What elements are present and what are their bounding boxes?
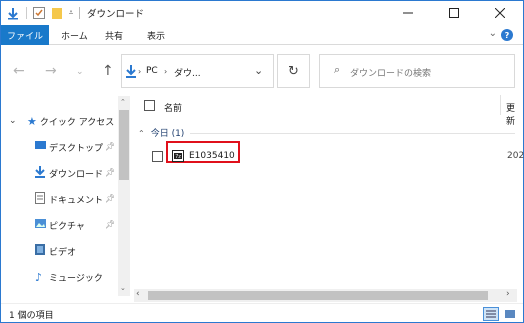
forward-button[interactable]: → (45, 63, 57, 79)
tab-file[interactable]: ファイル (1, 25, 49, 45)
nav-item-label: クイック アクセス (39, 117, 115, 128)
file-checkbox[interactable] (152, 151, 163, 162)
nav-item-label: ダウンロード (49, 169, 104, 180)
group-divider (190, 133, 515, 134)
back-button[interactable]: ← (13, 63, 25, 79)
search-box[interactable]: ⌕ ダウンロードの検索 (319, 54, 515, 88)
scroll-left-icon[interactable]: ‹ (136, 289, 140, 299)
select-all-checkbox[interactable] (144, 100, 155, 111)
ribbon-expand-icon[interactable]: ⌄ (489, 28, 497, 39)
collapse-chevron-icon[interactable]: ⌃ (138, 129, 145, 138)
nav-scrollbar[interactable]: ⌃ ⌄ (118, 96, 130, 296)
file-row[interactable]: 7z E1035410 202 (134, 141, 524, 169)
group-header-today[interactable]: ⌃ 今日 (1) (138, 126, 184, 139)
pin-icon[interactable]: 📌︎ (105, 220, 115, 229)
nav-item-label: ドキュメント (49, 195, 104, 206)
breadcrumb-pc[interactable]: PC (146, 66, 158, 76)
details-view-icon (486, 310, 496, 318)
new-folder-icon[interactable] (51, 1, 63, 25)
documents-icon (35, 191, 49, 207)
breadcrumb-chevron-icon: › (138, 67, 142, 76)
scroll-down-icon[interactable]: ⌄ (120, 284, 126, 292)
scroll-up-icon[interactable]: ⌃ (120, 98, 126, 106)
properties-icon[interactable] (32, 1, 46, 25)
download-icon (35, 165, 49, 181)
maximize-button[interactable] (431, 1, 477, 25)
nav-item-pictures[interactable]: ピクチャ (35, 216, 85, 234)
qa-dropdown-icon[interactable]: ⩡ (66, 1, 76, 25)
title-bar: ⩡ ダウンロード (1, 1, 523, 25)
nav-item-label: ピクチャ (49, 221, 85, 232)
zip-file-icon: 7z (172, 150, 184, 165)
tab-share[interactable]: 共有 (105, 25, 123, 45)
recent-locations-icon[interactable]: ⌄ (76, 67, 84, 77)
download-folder-icon (126, 65, 136, 81)
tab-home[interactable]: ホーム (61, 25, 88, 45)
address-dropdown-icon[interactable]: ⌄ (254, 64, 263, 77)
breadcrumb-chevron-icon: › (164, 67, 168, 76)
item-count: 1 個の項目 (9, 311, 54, 321)
search-icon: ⌕ (334, 63, 341, 76)
column-divider[interactable] (500, 95, 501, 115)
details-view-button[interactable] (483, 307, 499, 321)
scroll-right-icon[interactable]: › (506, 289, 510, 299)
content-scroll-area[interactable] (517, 93, 523, 289)
up-button[interactable]: ↑ (102, 63, 114, 79)
address-bar[interactable]: › PC › ダウ... ⌄ (121, 54, 274, 88)
nav-item-label: デスクトップ (49, 143, 104, 154)
title-separator (79, 7, 80, 19)
nav-item-downloads[interactable]: ダウンロード (35, 164, 103, 182)
breadcrumb-downloads[interactable]: ダウ... (174, 66, 201, 79)
svg-text:7z: 7z (175, 154, 181, 160)
status-bar: 1 個の項目 (1, 303, 523, 323)
ribbon-tabs: ファイル ホーム 共有 表示 ⌄ ? (1, 25, 523, 45)
desktop-icon (35, 141, 49, 153)
nav-item-label: ビデオ (49, 247, 77, 258)
videos-icon (35, 244, 49, 258)
large-icons-view-button[interactable] (502, 307, 518, 321)
help-icon[interactable]: ? (501, 29, 513, 41)
pin-icon[interactable]: 📌︎ (105, 168, 115, 177)
down-arrow-icon[interactable] (5, 1, 21, 25)
refresh-button[interactable]: ↻ (277, 54, 310, 88)
qa-separator (25, 1, 28, 25)
file-list: 名前 更新 ⌃ 今日 (1) 7z E1035410 202 (134, 93, 524, 303)
pin-icon[interactable]: 📌︎ (105, 142, 115, 151)
nav-item-music[interactable]: ♪ ミュージック (35, 268, 103, 286)
nav-quick-access[interactable]: ⌄ ★ クイック アクセス (9, 112, 114, 130)
pin-icon[interactable]: 📌︎ (105, 194, 115, 203)
nav-item-videos[interactable]: ビデオ (35, 242, 76, 260)
file-name[interactable]: E1035410 (189, 151, 235, 161)
nav-scroll-thumb[interactable] (119, 110, 129, 180)
search-placeholder: ダウンロードの検索 (350, 69, 432, 79)
nav-item-documents[interactable]: ドキュメント (35, 190, 103, 208)
nav-item-desktop[interactable]: デスクトップ (35, 138, 103, 156)
column-name[interactable]: 名前 (164, 101, 182, 114)
tab-view[interactable]: 表示 (147, 25, 165, 45)
star-icon: ★ (27, 114, 37, 128)
navigation-pane: ⌄ ★ クイック アクセス デスクトップ 📌︎ ダウンロード 📌︎ ドキュメント… (1, 96, 131, 296)
expand-chevron-icon[interactable]: ⌄ (9, 116, 27, 126)
explorer-window: ⩡ ダウンロード ファイル ホーム 共有 表示 ⌄ ? ← → ⌄ ↑ › PC… (0, 0, 524, 323)
large-icons-view-icon (505, 310, 515, 318)
nav-item-label: ミュージック (49, 273, 103, 284)
window-title: ダウンロード (87, 9, 145, 20)
horizontal-scrollbar[interactable]: ‹ › (134, 289, 517, 302)
pictures-icon (35, 219, 49, 231)
group-label: 今日 (1) (150, 129, 185, 139)
column-header: 名前 更新 (134, 93, 523, 127)
music-icon: ♪ (35, 270, 43, 284)
close-button[interactable] (477, 1, 523, 25)
horizontal-scroll-thumb[interactable] (148, 291, 488, 300)
minimize-button[interactable] (385, 1, 431, 25)
